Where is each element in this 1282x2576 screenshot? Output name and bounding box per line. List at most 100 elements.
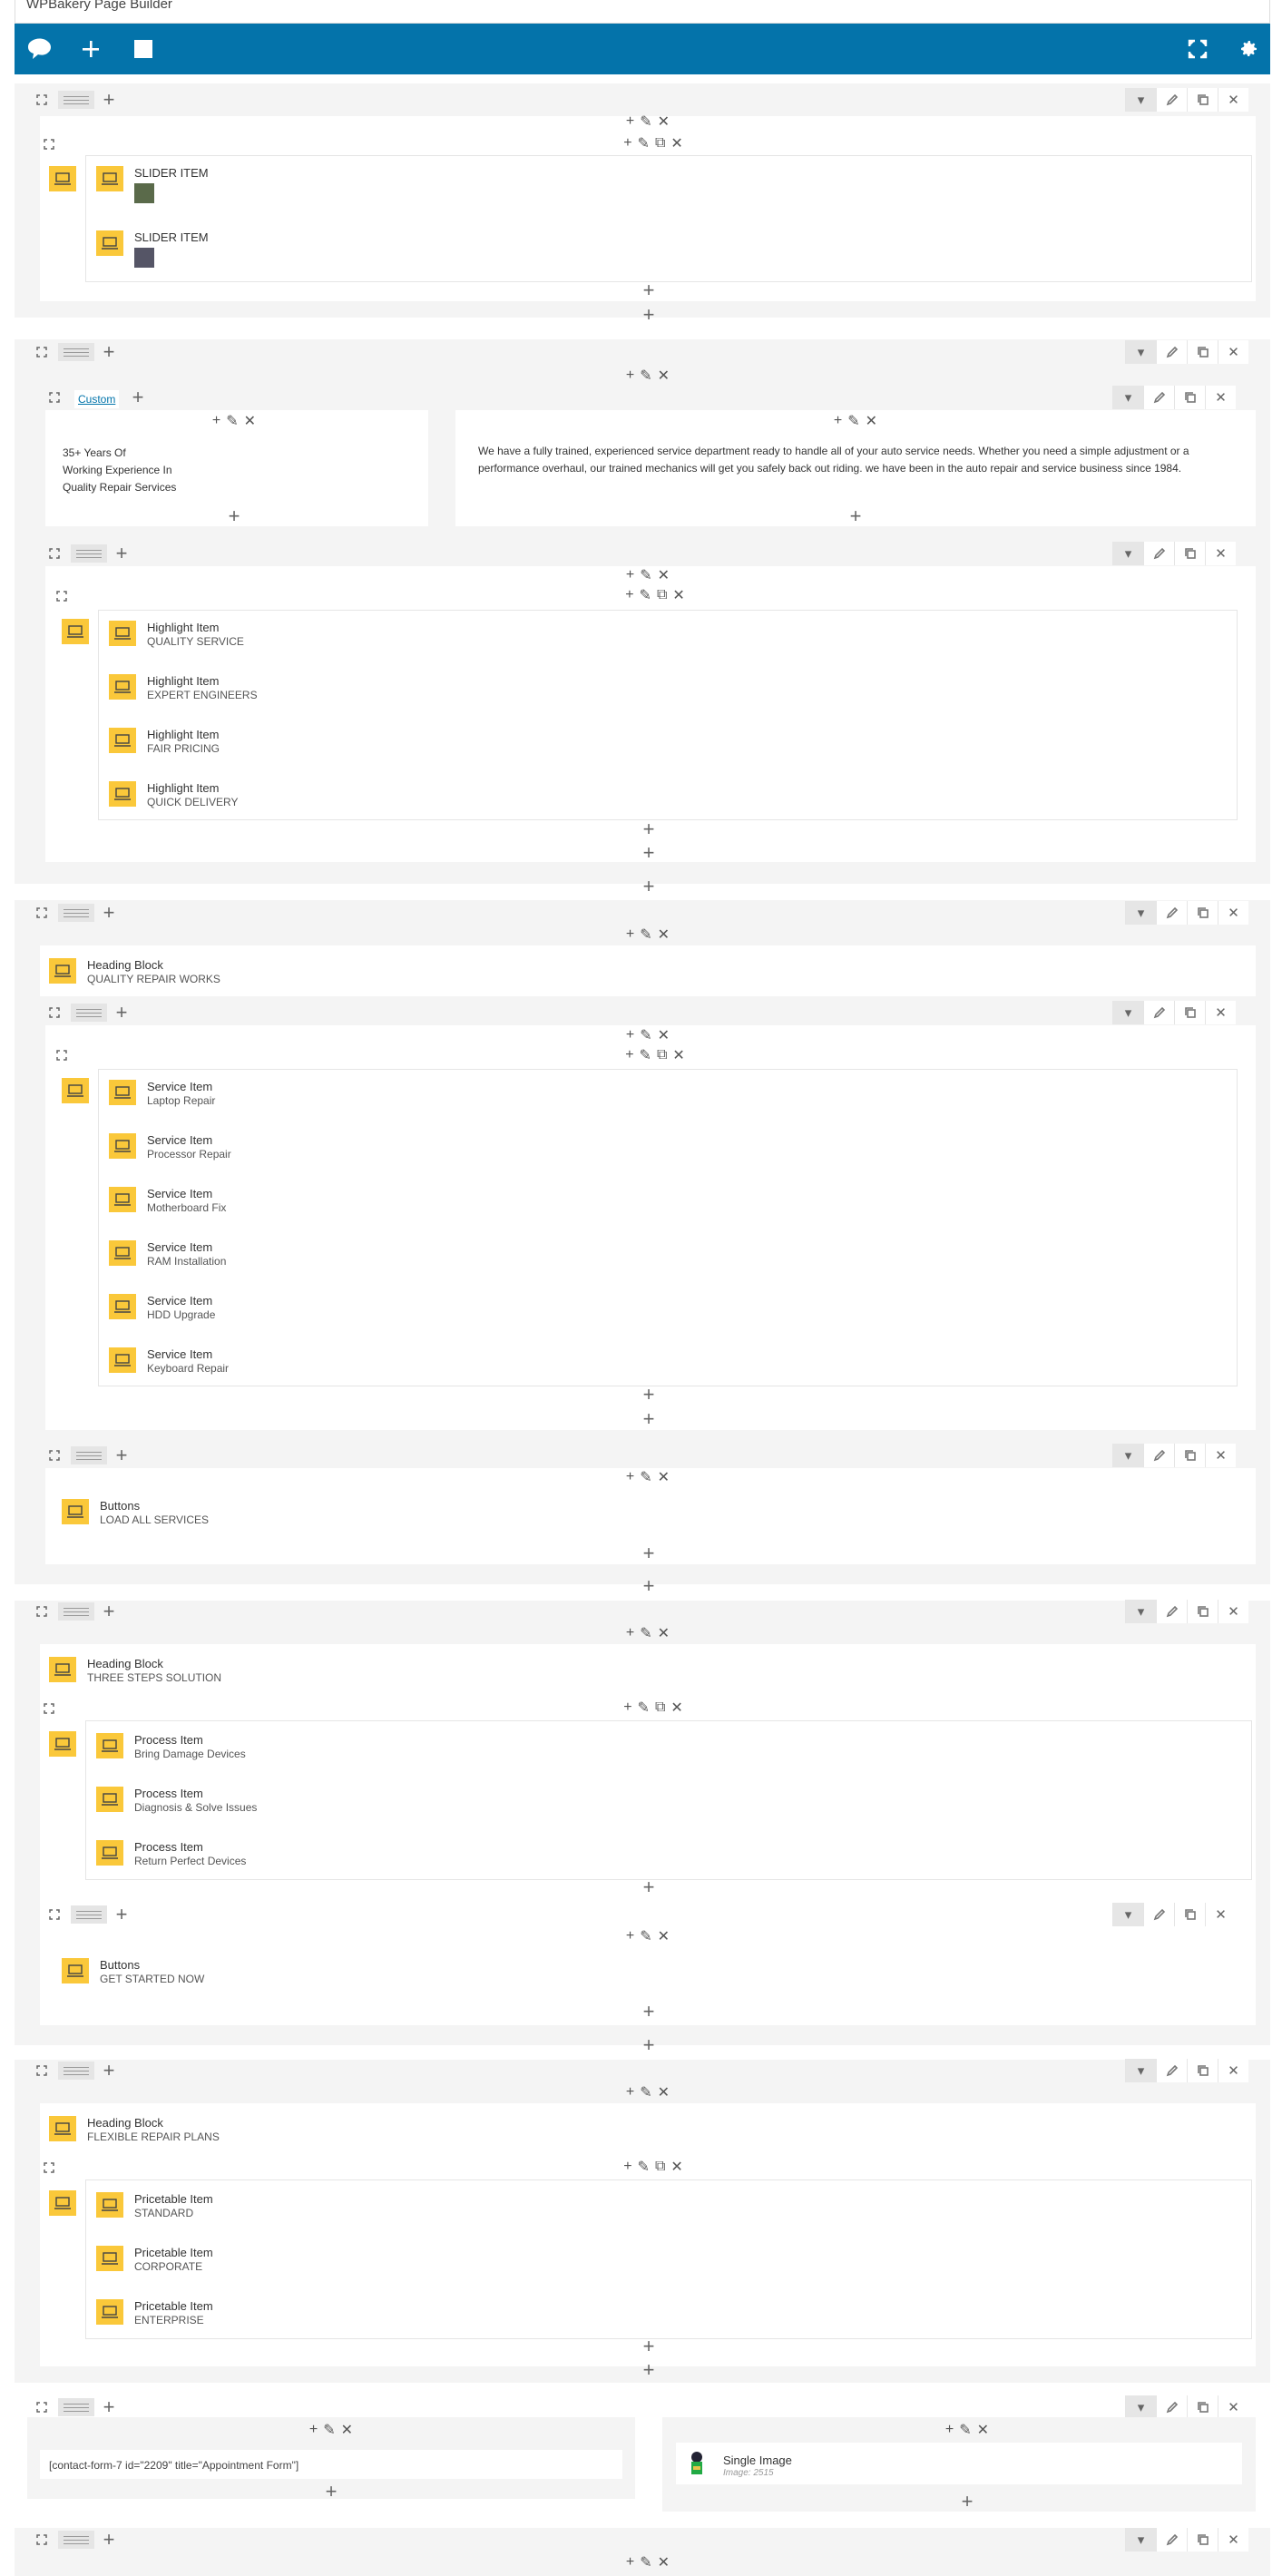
pricetable-item[interactable]: Pricetable Item STANDARD	[96, 2192, 213, 2219]
add-icon[interactable]: +	[945, 2422, 954, 2438]
add-element-plus[interactable]: +	[643, 1409, 655, 1429]
delete-icon[interactable]: ✕	[658, 1026, 670, 1044]
row-toggle-button[interactable]: ▾	[1112, 386, 1143, 409]
add-icon[interactable]: +	[623, 1699, 631, 1716]
edit-pencil-icon[interactable]: ✎	[640, 113, 651, 131]
edit-pencil-icon[interactable]: ✎	[959, 2421, 971, 2439]
add-element-plus[interactable]: +	[326, 2482, 338, 2502]
row-clone-button[interactable]	[1187, 901, 1218, 925]
row-delete-button[interactable]: ✕	[1218, 340, 1248, 364]
add-icon[interactable]: +	[626, 113, 634, 130]
fullscreen-icon[interactable]	[1174, 24, 1221, 74]
expand-icon[interactable]	[33, 88, 51, 112]
add-column-icon[interactable]: +	[100, 340, 118, 364]
edit-pencil-icon[interactable]: ✎	[640, 926, 651, 944]
add-element-plus[interactable]: +	[850, 506, 862, 526]
row-clone-button[interactable]	[1174, 386, 1205, 409]
edit-pencil-icon[interactable]: ✎	[640, 2083, 651, 2101]
row-clone-button[interactable]	[1187, 2528, 1218, 2552]
row-drag-handle[interactable]	[58, 904, 94, 922]
templates-icon[interactable]	[120, 24, 167, 74]
row-drag-handle[interactable]	[71, 544, 107, 563]
edit-pencil-icon[interactable]: ✎	[640, 566, 651, 584]
add-column-icon[interactable]: +	[100, 1600, 118, 1623]
clone-icon[interactable]: ⧉	[655, 1699, 665, 1716]
heading-block-element[interactable]: Heading Block QUALITY REPAIR WORKS	[49, 958, 220, 985]
row-edit-button[interactable]	[1156, 2395, 1187, 2419]
delete-icon[interactable]: ✕	[658, 2083, 670, 2101]
expand-icon[interactable]	[45, 1001, 64, 1024]
clone-icon[interactable]: ⧉	[655, 2159, 665, 2175]
row-drag-handle[interactable]	[71, 1905, 107, 1924]
services-container-element[interactable]	[62, 1078, 89, 1103]
expand-icon[interactable]	[53, 1043, 71, 1067]
row-delete-button[interactable]: ✕	[1218, 901, 1248, 925]
row-drag-handle[interactable]	[58, 2531, 94, 2549]
row-drag-handle[interactable]	[71, 1004, 107, 1022]
expand-icon[interactable]	[53, 584, 71, 608]
add-element-plus[interactable]: +	[643, 1543, 655, 1563]
row-drag-handle[interactable]	[58, 2062, 94, 2080]
highlight-item[interactable]: Highlight Item FAIR PRICING	[109, 728, 220, 755]
row-clone-button[interactable]	[1187, 1600, 1218, 1623]
row-drag-handle[interactable]	[58, 91, 94, 109]
row-clone-button[interactable]	[1187, 2059, 1218, 2082]
process-item[interactable]: Process Item Bring Damage Devices	[96, 1733, 246, 1760]
clone-icon[interactable]: ⧉	[657, 587, 667, 603]
row-edit-button[interactable]	[1156, 88, 1187, 112]
add-row-plus[interactable]: +	[643, 1576, 655, 1596]
add-column-icon[interactable]: +	[113, 1903, 131, 1926]
about-right-text[interactable]: We have a fully trained, experienced ser…	[478, 443, 1242, 477]
row-clone-button[interactable]	[1174, 542, 1205, 565]
add-element-plus[interactable]: +	[643, 1877, 655, 1897]
add-row-plus[interactable]: +	[643, 877, 655, 896]
row-edit-button[interactable]	[1143, 1001, 1174, 1024]
row-toggle-button[interactable]: ▾	[1125, 88, 1156, 112]
row-drag-handle[interactable]	[71, 1446, 107, 1464]
delete-icon[interactable]: ✕	[866, 412, 877, 430]
row-edit-button[interactable]	[1143, 542, 1174, 565]
expand-icon[interactable]	[40, 132, 58, 156]
add-icon[interactable]: +	[625, 1047, 633, 1063]
delete-icon[interactable]: ✕	[658, 1927, 670, 1945]
add-element-plus[interactable]: +	[643, 305, 655, 325]
expand-icon[interactable]	[33, 901, 51, 925]
expand-icon[interactable]	[33, 2395, 51, 2419]
edit-pencil-icon[interactable]: ✎	[640, 1624, 651, 1642]
edit-pencil-icon[interactable]: ✎	[640, 586, 651, 604]
row-delete-button[interactable]: ✕	[1218, 2528, 1248, 2552]
settings-gear-icon[interactable]	[1225, 24, 1272, 74]
service-item[interactable]: Service Item RAM Installation	[109, 1240, 226, 1268]
add-icon[interactable]: +	[626, 2554, 634, 2571]
row-edit-button[interactable]	[1156, 2528, 1187, 2552]
delete-icon[interactable]: ✕	[658, 367, 670, 385]
row-toggle-button[interactable]: ▾	[1112, 1001, 1143, 1024]
expand-icon[interactable]	[40, 1697, 58, 1720]
edit-pencil-icon[interactable]: ✎	[226, 412, 238, 430]
add-element-plus[interactable]: +	[643, 819, 655, 839]
row-toggle-button[interactable]: ▾	[1125, 2528, 1156, 2552]
add-element-plus[interactable]: +	[229, 506, 240, 526]
clone-icon[interactable]: ⧉	[657, 1047, 667, 1063]
buttons-element[interactable]: Buttons LOAD ALL SERVICES	[62, 1499, 209, 1526]
add-column-icon[interactable]: +	[100, 2528, 118, 2552]
custom-tab[interactable]: Custom	[74, 390, 120, 408]
row-clone-button[interactable]	[1174, 1903, 1205, 1926]
about-left-text[interactable]: 35+ Years Of Working Experience In Quali…	[63, 445, 176, 496]
heading-block-element[interactable]: Heading Block FLEXIBLE REPAIR PLANS	[49, 2116, 220, 2143]
add-element-plus[interactable]: +	[643, 280, 655, 300]
row-delete-button[interactable]: ✕	[1205, 386, 1236, 409]
slider-container-element[interactable]	[49, 166, 76, 191]
delete-icon[interactable]: ✕	[341, 2421, 353, 2439]
delete-icon[interactable]: ✕	[670, 134, 682, 152]
row-drag-handle[interactable]	[58, 343, 94, 361]
delete-icon[interactable]: ✕	[672, 1046, 684, 1064]
service-item[interactable]: Service Item Laptop Repair	[109, 1080, 215, 1107]
delete-icon[interactable]: ✕	[658, 1468, 670, 1486]
add-row-plus[interactable]: +	[643, 2360, 655, 2380]
delete-icon[interactable]: ✕	[670, 1699, 682, 1717]
edit-pencil-icon[interactable]: ✎	[640, 1468, 651, 1486]
expand-icon[interactable]	[45, 1444, 64, 1467]
add-column-icon[interactable]: +	[129, 386, 147, 409]
add-element-plus[interactable]: +	[643, 2002, 655, 2022]
